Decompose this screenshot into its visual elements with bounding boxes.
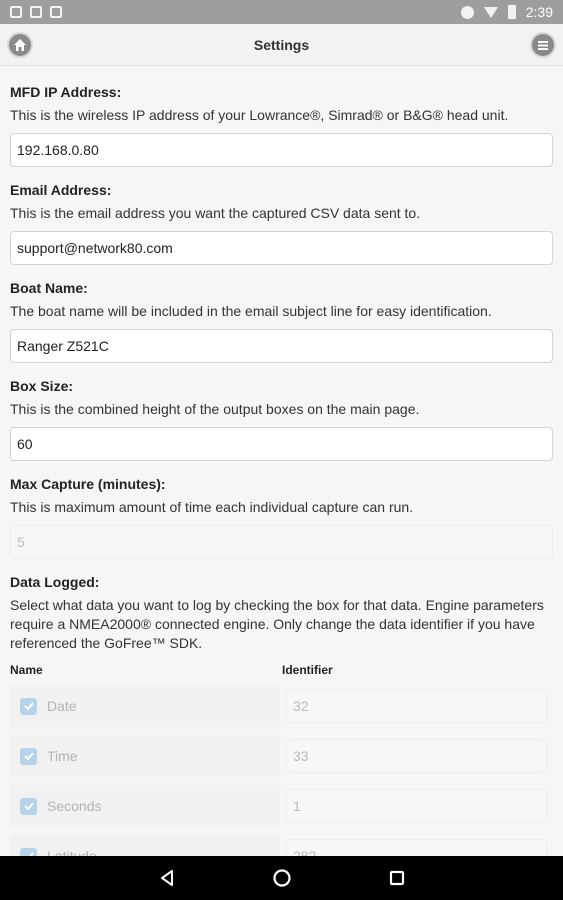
email-label: Email Address: [10, 182, 112, 198]
name-cell: Latitude [10, 835, 280, 856]
mfd-ip-label: MFD IP Address: [10, 84, 122, 100]
seconds-checkbox[interactable] [20, 797, 37, 815]
wifi-icon [483, 6, 498, 18]
latitude-checkbox[interactable] [20, 847, 37, 856]
box-size-description: This is the combined height of the outpu… [10, 401, 420, 417]
do-not-disturb-icon [460, 5, 474, 19]
email-section: Email Address: This is the email address… [10, 167, 553, 265]
boat-name-section: Boat Name: The boat name will be include… [10, 265, 553, 363]
data-logged-header: Name Identifier [10, 663, 553, 677]
box-size-label: Box Size: [10, 378, 74, 394]
system-nav-bar [0, 856, 563, 900]
box-size-section: Box Size: This is the combined height of… [10, 363, 553, 461]
image-notification-icon [10, 6, 22, 18]
email-description: This is the email address you want the c… [10, 205, 421, 221]
page-title: Settings [253, 36, 310, 53]
box-size-input[interactable]: 60 [10, 427, 553, 461]
max-capture-description: This is maximum amount of time each indi… [10, 499, 414, 515]
identifier-column-header: Identifier [282, 663, 333, 677]
email-input[interactable]: support@network80.com [10, 231, 553, 265]
max-capture-section: Max Capture (minutes): This is maximum a… [10, 461, 553, 559]
back-icon[interactable] [158, 869, 176, 887]
name-cell: Time [10, 735, 280, 777]
max-capture-label: Max Capture (minutes): [10, 476, 166, 492]
row-name: Latitude [47, 848, 97, 856]
mfd-ip-section: MFD IP Address: This is the wireless IP … [10, 66, 553, 167]
table-row: Latitude 282 [10, 835, 553, 856]
check-icon [23, 752, 34, 761]
time-checkbox[interactable] [20, 747, 37, 765]
boat-name-input[interactable]: Ranger Z521C [10, 329, 553, 363]
row-name: Seconds [47, 798, 102, 814]
identifier-input[interactable]: 282 [286, 839, 547, 856]
identifier-input[interactable]: 33 [286, 739, 547, 773]
recents-icon[interactable] [388, 869, 406, 887]
max-capture-input[interactable]: 5 [10, 525, 553, 559]
home-icon [14, 39, 26, 51]
screenshot-notification-icon [30, 6, 42, 18]
bag-notification-icon [50, 6, 62, 18]
check-icon [23, 802, 34, 811]
name-cell: Date [10, 685, 280, 727]
settings-form: MFD IP Address: This is the wireless IP … [0, 66, 563, 856]
app-header: Settings [0, 24, 563, 66]
name-cell: Seconds [10, 785, 280, 827]
data-logged-section: Data Logged: Select what data you want t… [10, 559, 553, 856]
battery-icon [507, 5, 516, 19]
data-logged-label: Data Logged: [10, 574, 100, 590]
mfd-ip-input[interactable]: 192.168.0.80 [10, 133, 553, 167]
table-row: Seconds 1 [10, 785, 553, 827]
date-checkbox[interactable] [20, 697, 37, 715]
menu-button[interactable] [530, 32, 556, 58]
status-time: 2:39 [525, 4, 553, 20]
identifier-input[interactable]: 32 [286, 689, 547, 723]
home-button[interactable] [7, 32, 33, 58]
boat-name-description: The boat name will be included in the em… [10, 303, 492, 319]
data-logged-description: Select what data you want to log by chec… [10, 597, 544, 651]
mfd-ip-description: This is the wireless IP address of your … [10, 107, 509, 123]
identifier-input[interactable]: 1 [286, 789, 547, 823]
table-row: Time 33 [10, 735, 553, 777]
boat-name-label: Boat Name: [10, 280, 88, 296]
table-row: Date 32 [10, 685, 553, 727]
name-column-header: Name [10, 663, 43, 677]
home-nav-icon[interactable] [272, 868, 292, 888]
row-name: Date [47, 698, 77, 714]
menu-icon [538, 41, 548, 50]
status-bar: 2:39 [0, 0, 563, 24]
check-icon [23, 702, 34, 711]
row-name: Time [47, 748, 78, 764]
